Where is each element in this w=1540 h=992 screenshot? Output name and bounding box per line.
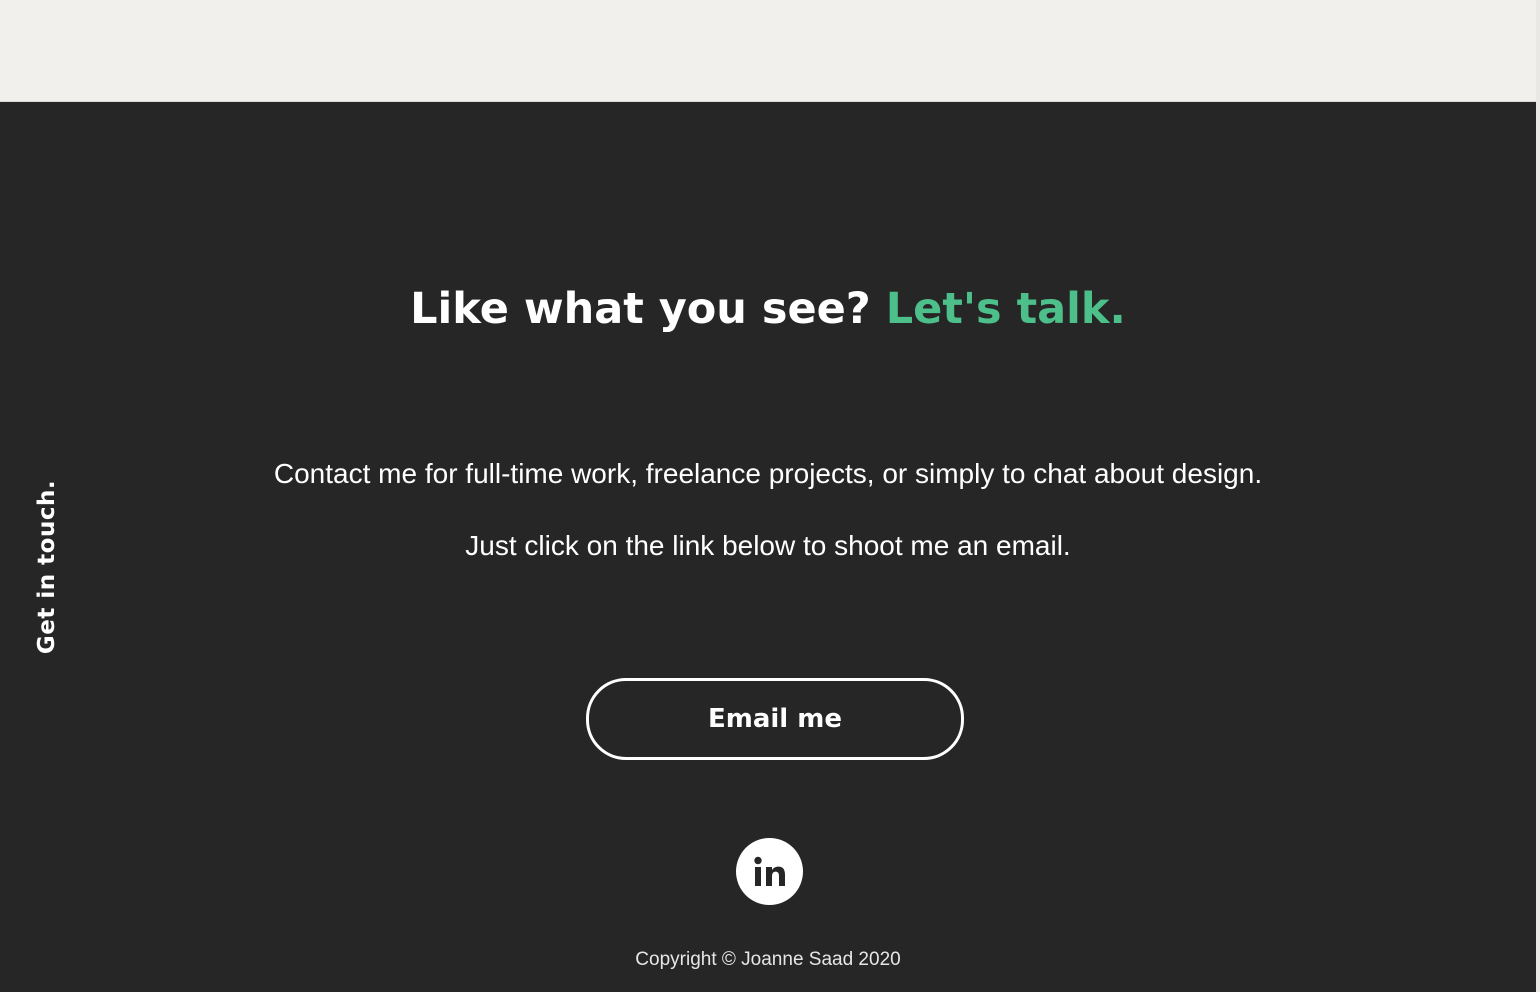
email-instruction: Just click on the link below to shoot me… <box>465 530 1071 561</box>
headline-main: Like what you see? <box>410 284 871 334</box>
contact-description: Contact me for full-time work, freelance… <box>273 458 1263 489</box>
get-in-touch-label: Get in touch. <box>34 479 60 655</box>
copyright-text: Copyright © Joanne Saad 2020 <box>635 949 901 970</box>
email-me-button[interactable]: Email me <box>586 678 964 760</box>
linkedin-icon <box>753 856 785 886</box>
linkedin-link[interactable] <box>736 838 803 905</box>
contact-headline: Like what you see? Let's talk. <box>0 278 1536 340</box>
scrollbar[interactable] <box>1536 0 1540 992</box>
top-band <box>0 0 1536 102</box>
headline-accent: Let's talk. <box>885 284 1126 334</box>
